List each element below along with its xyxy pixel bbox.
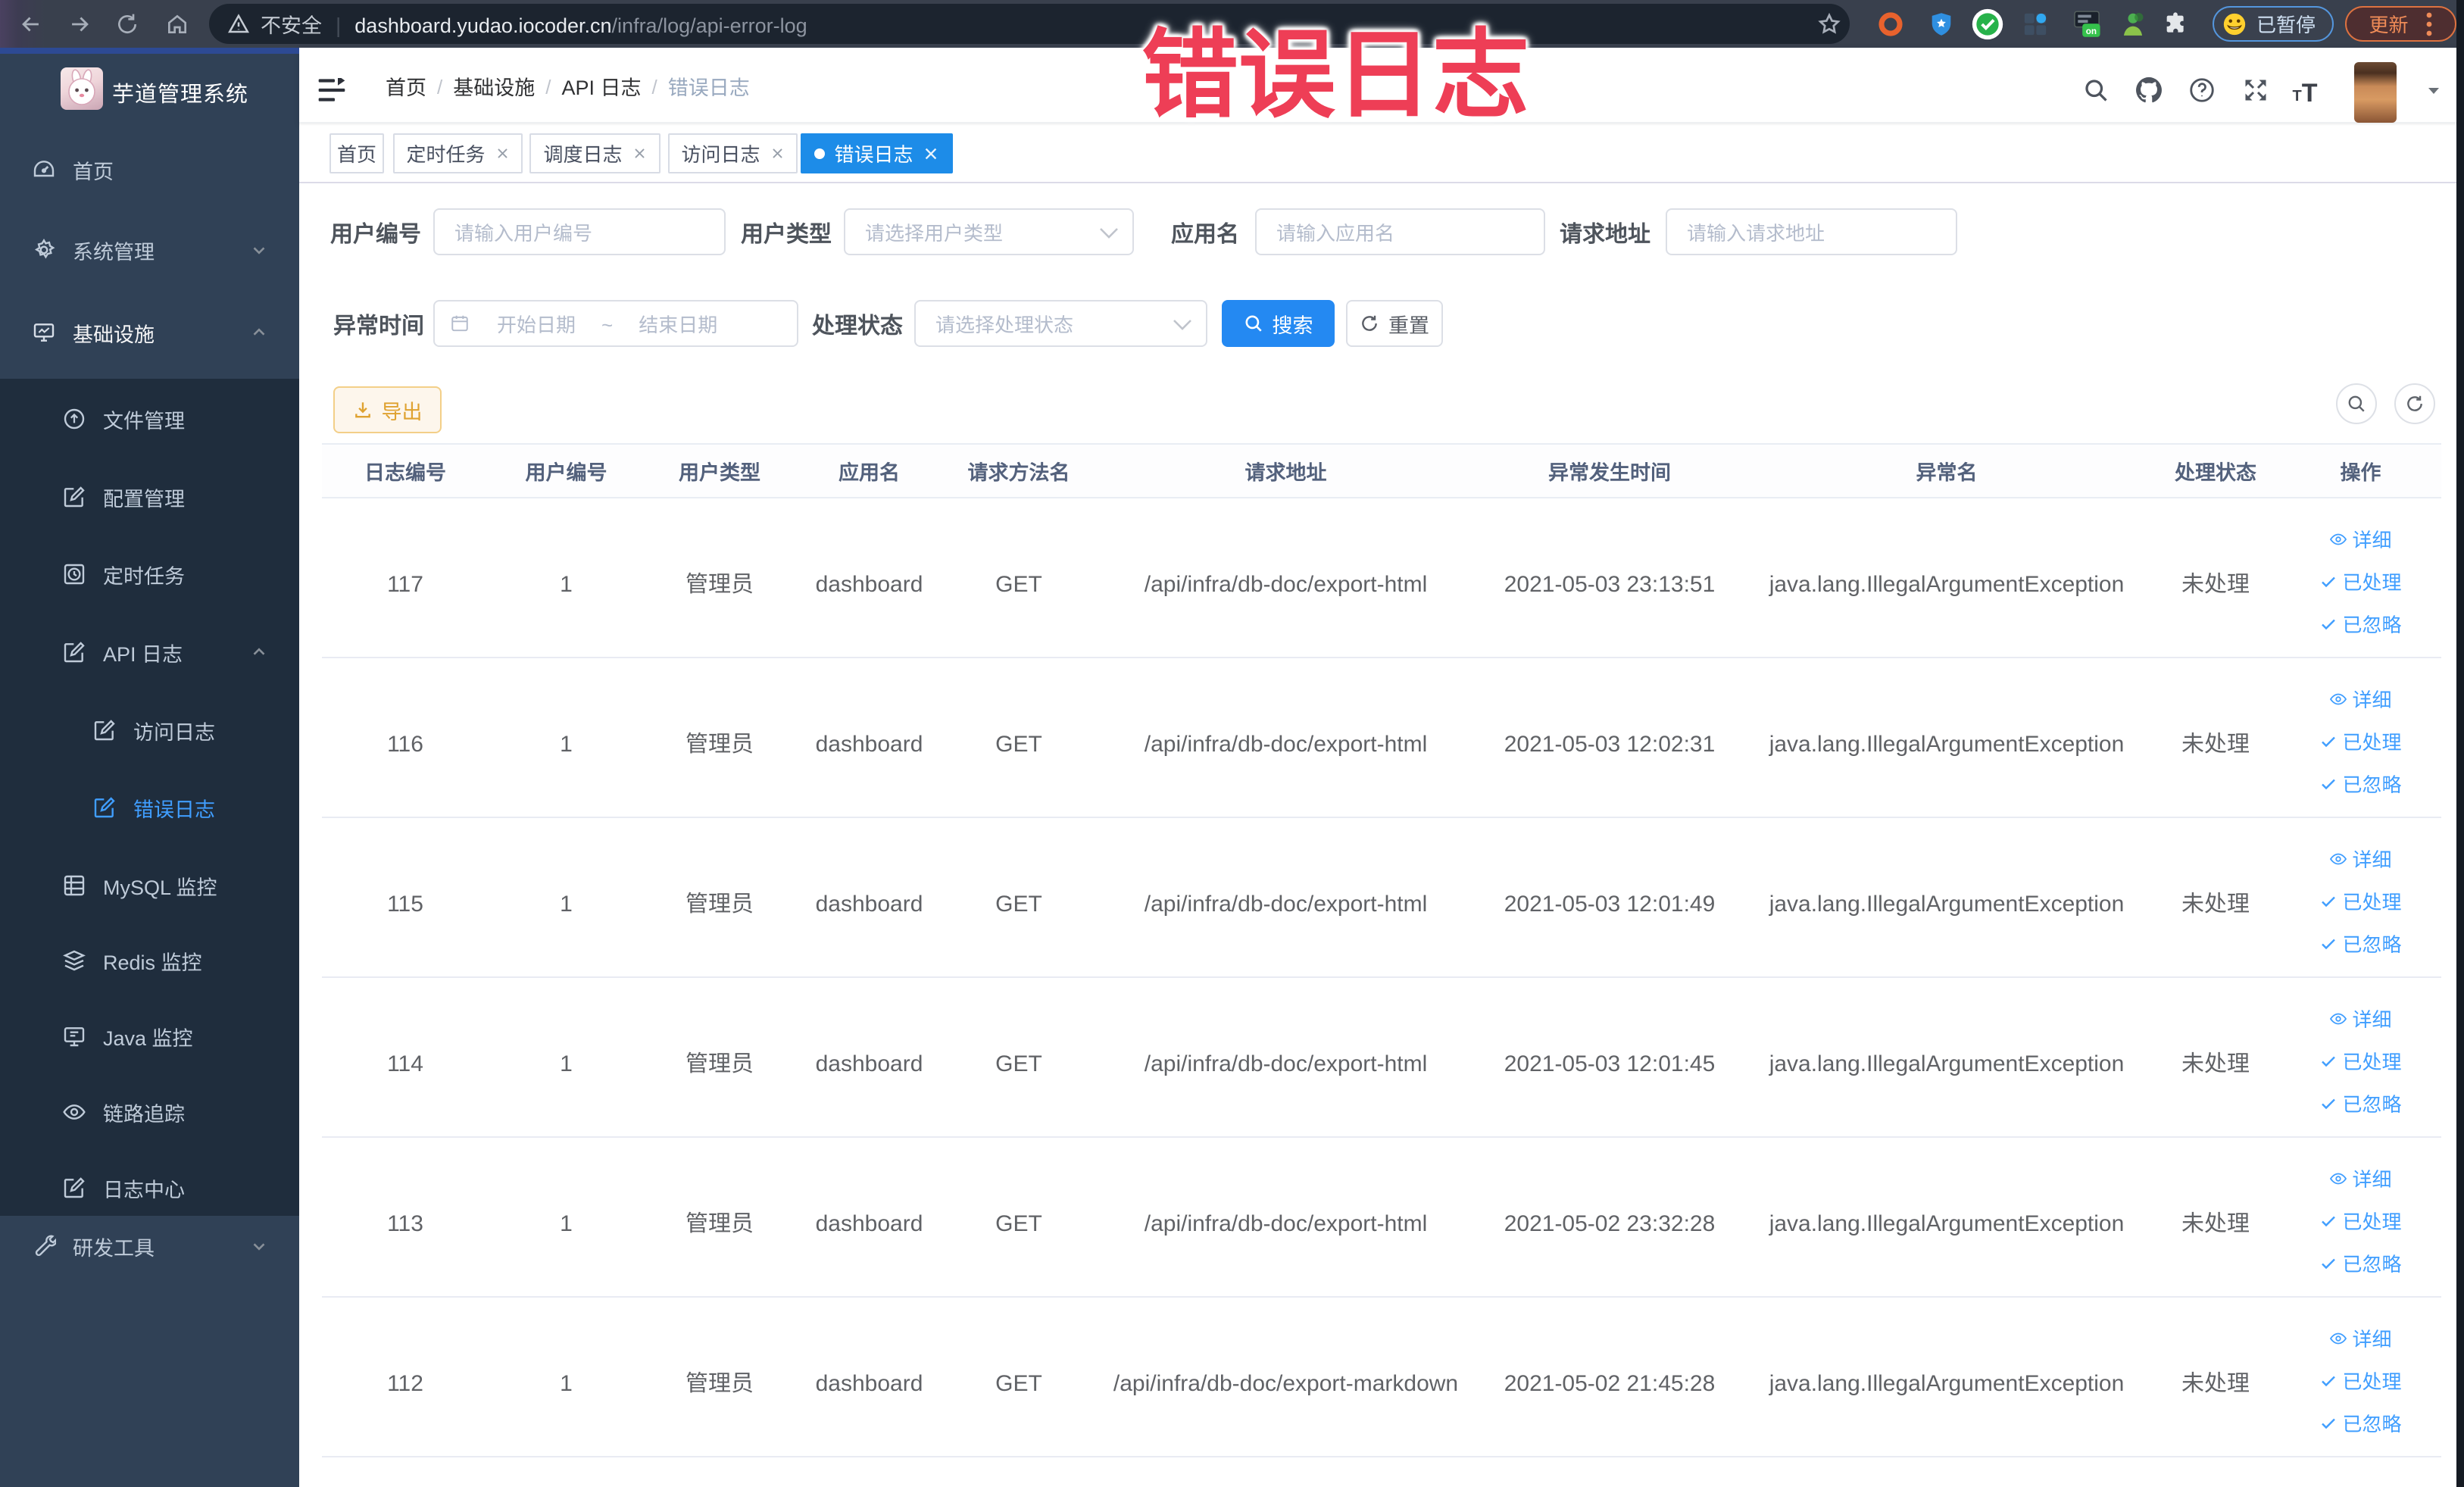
svg-text:on: on (2086, 27, 2097, 36)
